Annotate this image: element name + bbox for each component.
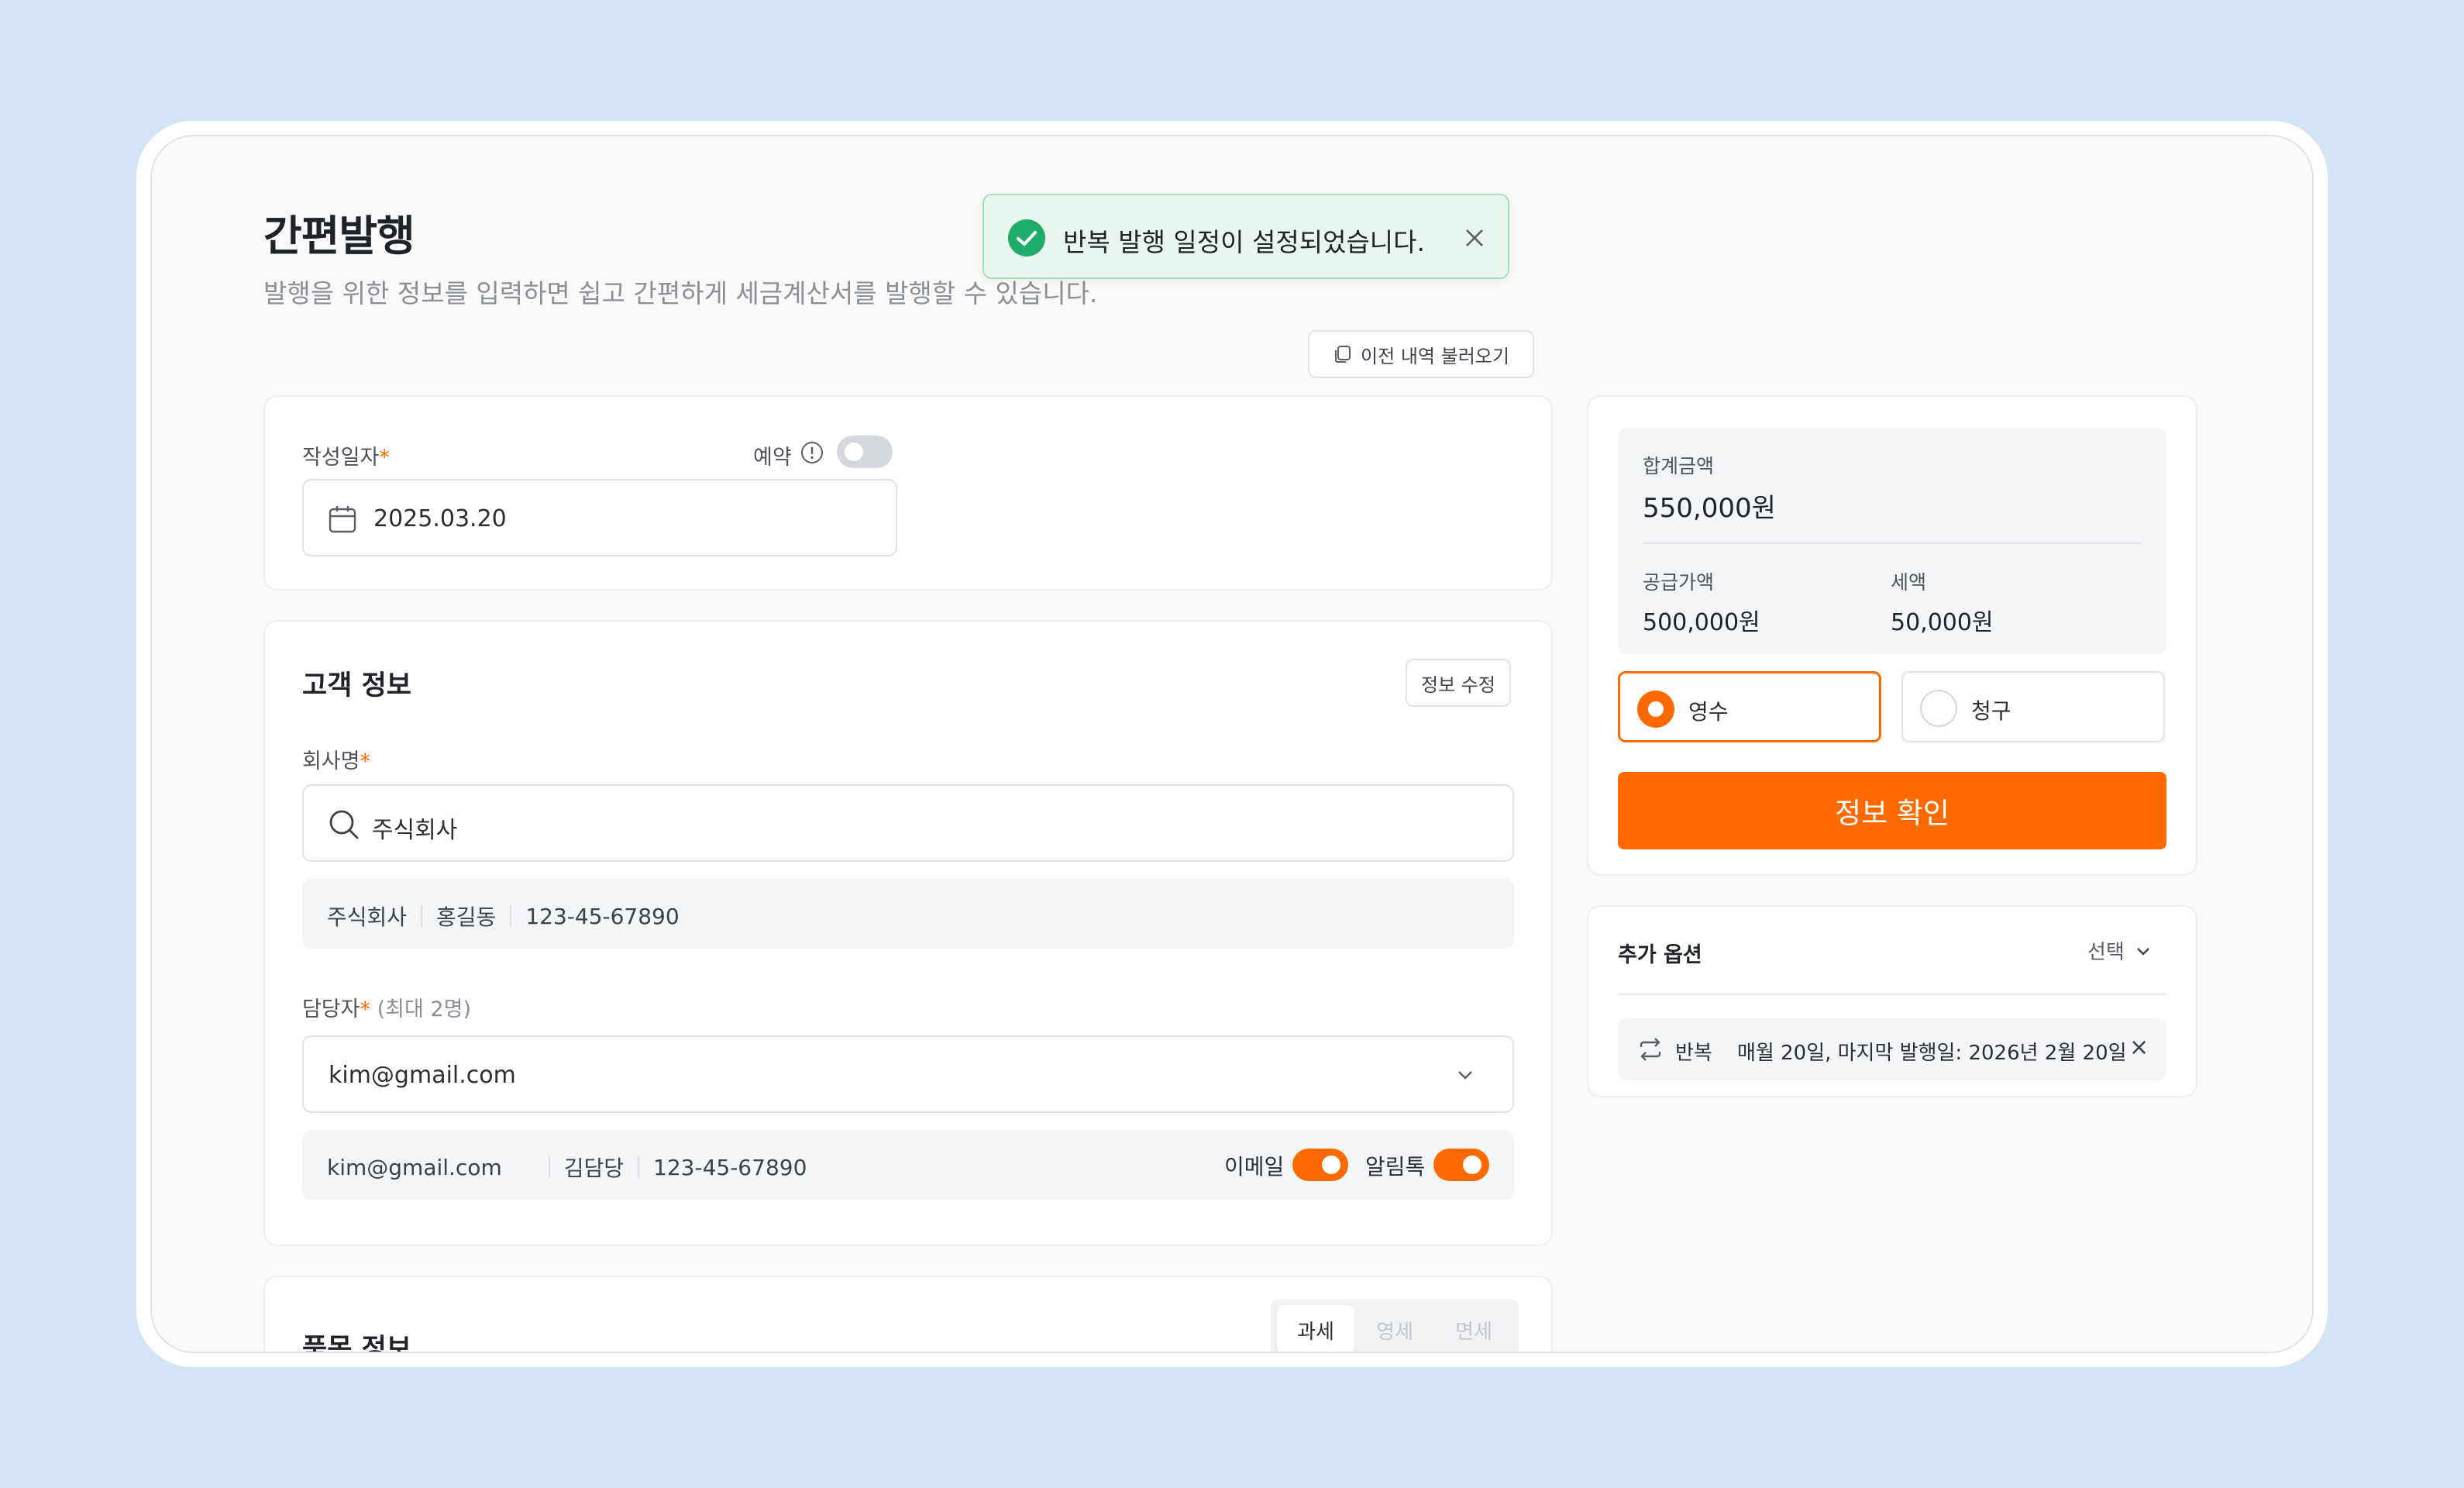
amount-box: 합계금액 550,000원 공급가액 500,000원 세액 50,000원 [1618,428,2166,654]
alimtalk-toggle[interactable] [1433,1149,1489,1181]
date-card: 작성일자* 예약 2025.03.20 [263,395,1553,591]
repeat-detail: 매월 20일, 마지막 발행일: 2026년 2월 20일 [1737,1042,2127,1065]
manager-info: kim@gmail.com 김담당 123-45-67890 이메일 알림톡 [302,1130,1514,1200]
manager-email: kim@gmail.com [327,1154,502,1180]
options-select-button[interactable]: 선택 [2087,936,2153,965]
radio-receipt[interactable]: 영수 [1618,671,1881,742]
app-frame: 간편발행 발행을 위한 정보를 입력하면 쉽고 간편하게 세금계산서를 발행할 … [136,121,2328,1367]
edit-info-label: 정보 수정 [1421,673,1495,696]
divider [1618,994,2166,995]
success-toast: 반복 발행 일정이 설정되었습니다. [983,194,1509,279]
supply-label: 공급가액 [1643,571,1715,594]
divider [638,1156,640,1178]
tax-label: 세액 [1891,571,1927,594]
confirm-info-button[interactable]: 정보 확인 [1618,772,2166,849]
radio-charge[interactable]: 청구 [1901,671,2165,742]
total-label: 합계금액 [1643,455,1715,477]
summary-company: 주식회사 [327,904,408,930]
manager-label: 담당자* (최대 2명) [302,997,471,1021]
tab-tax-exempt[interactable]: 면세 [1435,1305,1512,1352]
tax-type-tabs: 과세 영세 면세 [1271,1299,1519,1352]
divider [548,1156,550,1178]
manager-select[interactable]: kim@gmail.com [302,1035,1514,1113]
date-input[interactable]: 2025.03.20 [302,479,897,556]
radio-charge-dot [1920,690,1957,727]
options-select-label: 선택 [2087,941,2125,964]
alimtalk-toggle-label: 알림톡 [1365,1154,1426,1180]
copy-icon [1335,346,1351,363]
company-value: 주식회사 [372,817,458,844]
items-title: 품목 정보 [302,1334,411,1353]
date-label: 작성일자* [302,446,390,470]
edit-info-button[interactable]: 정보 수정 [1406,659,1511,707]
email-toggle[interactable] [1292,1149,1348,1181]
divider [1643,542,2142,544]
chevron-down-icon [2136,947,2149,956]
manager-name: 김담당 [563,1156,625,1181]
company-search-input[interactable]: 주식회사 [302,784,1514,862]
repeat-option-chip: 반복 매월 20일, 마지막 발행일: 2026년 2월 20일 × [1618,1018,2166,1080]
remove-repeat-button[interactable]: × [2129,1034,2149,1061]
reserve-toggle[interactable] [837,436,893,468]
calendar-icon [329,506,356,533]
customer-title: 고객 정보 [302,670,411,701]
reserve-label: 예약 [753,446,792,470]
options-card: 추가 옵션 선택 반복 매월 20일, 마지막 발행일: 2026년 2월 20… [1587,905,2197,1097]
radio-receipt-dot [1637,691,1674,728]
manager-value: kim@gmail.com [329,1062,516,1089]
radio-receipt-label: 영수 [1688,699,1729,725]
company-summary: 주식회사 홍길동 123-45-67890 [302,879,1514,949]
page-title: 간편발행 [263,212,415,260]
tax-value: 50,000원 [1891,609,1994,636]
load-history-button[interactable]: 이전 내역 불러오기 [1308,330,1534,378]
load-history-label: 이전 내역 불러오기 [1361,345,1509,367]
manager-phone: 123-45-67890 [653,1154,807,1180]
total-value: 550,000원 [1643,493,1776,524]
toast-message: 반복 발행 일정이 설정되었습니다. [1063,227,1425,257]
divider [421,905,423,927]
page-subtitle: 발행을 위한 정보를 입력하면 쉽고 간편하게 세금계산서를 발행할 수 있습니… [263,278,1098,308]
options-title: 추가 옵션 [1618,943,1702,967]
close-icon[interactable] [1463,226,1486,250]
repeat-label: 반복 [1675,1042,1712,1065]
email-toggle-label: 이메일 [1224,1154,1285,1180]
summary-business-no: 123-45-67890 [525,903,680,929]
app-window: 간편발행 발행을 위한 정보를 입력하면 쉽고 간편하게 세금계산서를 발행할 … [150,135,2314,1353]
customer-card: 고객 정보 정보 수정 회사명* 주식회사 주식회사 홍길동 123-45-67… [263,620,1553,1246]
company-label: 회사명* [302,749,371,773]
repeat-icon [1640,1038,1661,1061]
supply-value: 500,000원 [1643,609,1760,636]
tab-zero-rated[interactable]: 영세 [1356,1305,1433,1352]
divider [510,905,512,927]
info-icon[interactable] [800,440,824,465]
check-circle-icon [1008,219,1045,257]
date-value: 2025.03.20 [373,505,507,532]
search-icon [329,810,359,839]
radio-charge-label: 청구 [1971,698,2011,724]
chevron-down-icon [1458,1071,1472,1080]
summary-representative: 홍길동 [436,904,497,930]
tab-taxable[interactable]: 과세 [1277,1305,1354,1352]
